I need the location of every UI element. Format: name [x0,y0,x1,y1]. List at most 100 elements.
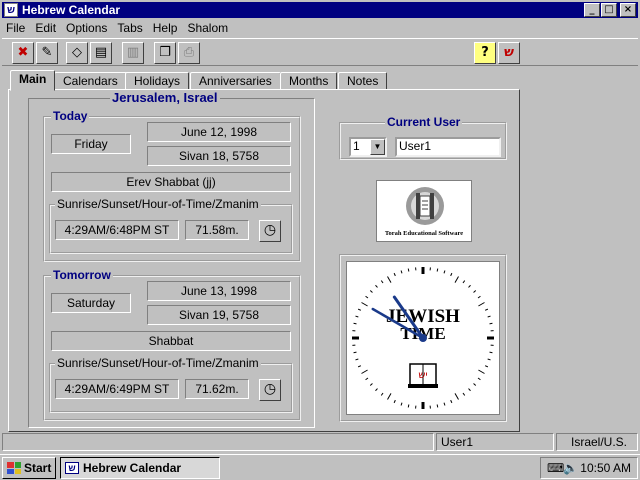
today-occasion: Erev Shabbat (jj) [51,172,291,192]
clock-tick [462,280,466,284]
clock-tick [365,295,369,299]
torah-book-icon: יש [408,363,438,388]
menu-bar: File Edit Options Tabs Help Shalom [2,19,234,37]
today-group: Today Friday June 12, 1998 Sivan 18, 575… [43,109,301,262]
clock-tick [436,404,439,408]
status-user: User1 [436,433,554,451]
minimize-button[interactable]: _ [584,3,600,17]
tab-main[interactable]: Main [10,70,56,91]
clock-tick [489,351,493,354]
current-user-title: Current User [385,115,463,129]
clock-tick [462,392,466,396]
clock-tick [407,268,410,272]
clock-tick [375,388,378,392]
erase-icon[interactable]: ◇ [66,42,88,64]
menu-shalom[interactable]: Shalom [183,21,234,35]
clock-tick [454,276,459,283]
tab-holidays[interactable]: Holidays [125,72,190,90]
print-icon[interactable]: ⎙ [178,42,200,64]
clock-tick [365,377,369,381]
clock-tick [355,358,359,361]
user-number-select[interactable]: 1 ▼ [349,137,387,157]
clock-tick [450,272,453,277]
clock-tick [450,399,453,404]
speaker-icon[interactable]: 🔈 [563,458,578,478]
taskbar-hebrew-calendar[interactable]: ש Hebrew Calendar [60,457,220,479]
clock-icon: ◷ [263,381,277,397]
menu-help[interactable]: Help [149,21,184,35]
start-label: Start [24,461,52,475]
tab-months[interactable]: Months [280,72,338,90]
book-icon[interactable]: ▥ [122,42,144,64]
menu-options[interactable]: Options [62,21,113,35]
tray-clock[interactable]: 10:50 AM [580,458,631,478]
system-tray: ⌨ 🔈 10:50 AM [540,457,638,479]
clock-tick [473,290,477,293]
window-title: Hebrew Calendar [22,3,121,17]
clock-tick [357,308,362,311]
location-group: Today Friday June 12, 1998 Sivan 18, 575… [28,98,315,428]
exit-icon[interactable]: ✖ [12,42,34,64]
tomorrow-zmanim-group: Sunrise/Sunset/Hour-of-Time/Zmanim 4:29A… [49,356,293,413]
clock-tick [353,351,357,354]
user-name-input[interactable]: User1 [395,137,501,157]
clock-tick [468,284,471,288]
clock-center [419,334,427,342]
clock-tick [357,365,362,368]
clock-book-letters: יש [418,370,427,381]
help-icon[interactable]: ? [474,42,496,64]
menu-edit[interactable]: Edit [31,21,62,35]
clock-tick [369,290,373,293]
clock-tick [380,280,384,284]
clock-face-svg: JEWISH TIME יש [352,267,494,409]
hebrew-calendar-app-icon[interactable]: ש [4,3,18,17]
clock-tick [380,392,384,396]
clock-tick [353,322,357,325]
clock-tick [355,315,359,318]
tomorrow-hebrew-date: Sivan 19, 5758 [147,305,291,325]
status-message [2,433,434,451]
tomorrow-occasion: Shabbat [51,331,291,351]
tab-calendars[interactable]: Calendars [54,72,127,90]
jewish-time-clock: JEWISH TIME יש [346,261,500,415]
tomorrow-weekday: Saturday [51,293,131,313]
clock-tick [484,365,489,368]
today-title: Today [51,109,90,123]
title-bar[interactable]: ש Hebrew Calendar _ □ × [2,2,638,18]
chevron-down-icon[interactable]: ▼ [370,139,385,155]
logo-caption: Torah Educational Software [384,230,464,237]
print-preview-icon[interactable]: ▤ [90,42,112,64]
toolbar: ✖ ✎ ◇ ▤ ▥ ❐ ⎙ ? ש [2,38,638,66]
app-window: ש Hebrew Calendar _ □ × File Edit Option… [0,0,640,454]
clock-tick [387,393,392,400]
clock-tick [407,404,410,408]
clock-tick [443,402,446,406]
close-button[interactable]: × [620,3,636,17]
current-user-group: Current User 1 ▼ User1 [339,115,507,160]
clock-tick [477,295,481,299]
tomorrow-group: Tomorrow Saturday June 13, 1998 Sivan 19… [43,268,301,421]
today-clock-button[interactable]: ◷ [259,220,281,242]
maximize-button[interactable]: □ [601,3,617,17]
clock-tick [478,369,485,374]
status-region: Israel/U.S. [556,433,638,451]
tomorrow-clock-button[interactable]: ◷ [259,379,281,401]
menu-file[interactable]: File [2,21,31,35]
copy-icon[interactable]: ❐ [154,42,176,64]
today-zmanim-title: Sunrise/Sunset/Hour-of-Time/Zmanim [55,197,261,211]
torah-educational-software-logo: Torah Educational Software [376,180,472,242]
tomorrow-gregorian-date: June 13, 1998 [147,281,291,301]
taskbar-task-label: Hebrew Calendar [83,461,182,475]
menu-tabs[interactable]: Tabs [113,21,148,35]
tab-notes[interactable]: Notes [338,72,388,90]
clock-tick [393,272,396,277]
today-hebrew-date: Sivan 18, 5758 [147,146,291,166]
search-icon[interactable]: ✎ [36,42,58,64]
tomorrow-zmanim-title: Sunrise/Sunset/Hour-of-Time/Zmanim [55,356,261,370]
clock-tick [361,302,368,307]
clock-tick [436,268,439,272]
tab-anniversaries[interactable]: Anniversaries [190,72,281,90]
start-button[interactable]: Start [2,457,56,479]
network-icon[interactable]: ⌨ [547,458,564,478]
shalom-icon[interactable]: ש [498,42,520,64]
